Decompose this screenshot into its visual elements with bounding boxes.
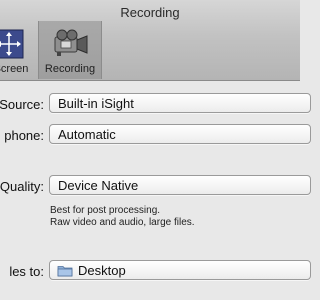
- window-title: Recording: [120, 5, 180, 20]
- toolbar-item-screen[interactable]: Screen: [0, 21, 40, 79]
- quality-hint-line2: Raw video and audio, large files.: [50, 217, 195, 228]
- microphone-label: phone:: [4, 128, 44, 143]
- microphone-row: phone: Automatic: [0, 124, 311, 146]
- save-location-label: les to:: [9, 264, 44, 279]
- microphone-value: Automatic: [58, 127, 116, 142]
- toolbar-item-label: Screen: [0, 63, 29, 75]
- source-row: Source: Built-in iSight: [0, 93, 311, 115]
- quality-row: Quality: Device Native: [0, 175, 311, 197]
- quality-label: Quality:: [0, 179, 44, 194]
- folder-icon: [57, 266, 73, 277]
- microphone-popup[interactable]: Automatic: [49, 124, 311, 144]
- toolbar-item-recording[interactable]: Recording: [38, 21, 102, 79]
- quality-popup[interactable]: Device Native: [49, 175, 311, 195]
- source-popup[interactable]: Built-in iSight: [49, 93, 311, 113]
- source-label: Source:: [0, 97, 44, 112]
- save-location-popup[interactable]: Desktop: [49, 260, 311, 280]
- source-value: Built-in iSight: [58, 96, 134, 111]
- save-location-value: Desktop: [78, 263, 126, 278]
- toolbar-item-label: Recording: [44, 63, 96, 75]
- quality-value: Device Native: [58, 178, 139, 193]
- quality-hint-line1: Best for post processing.: [50, 205, 161, 216]
- screen-icon: [0, 29, 24, 59]
- save-location-row: les to: Desktop: [0, 260, 311, 282]
- window-toolbar: Recording Screen Recording: [0, 0, 300, 81]
- camera-icon: [54, 29, 88, 56]
